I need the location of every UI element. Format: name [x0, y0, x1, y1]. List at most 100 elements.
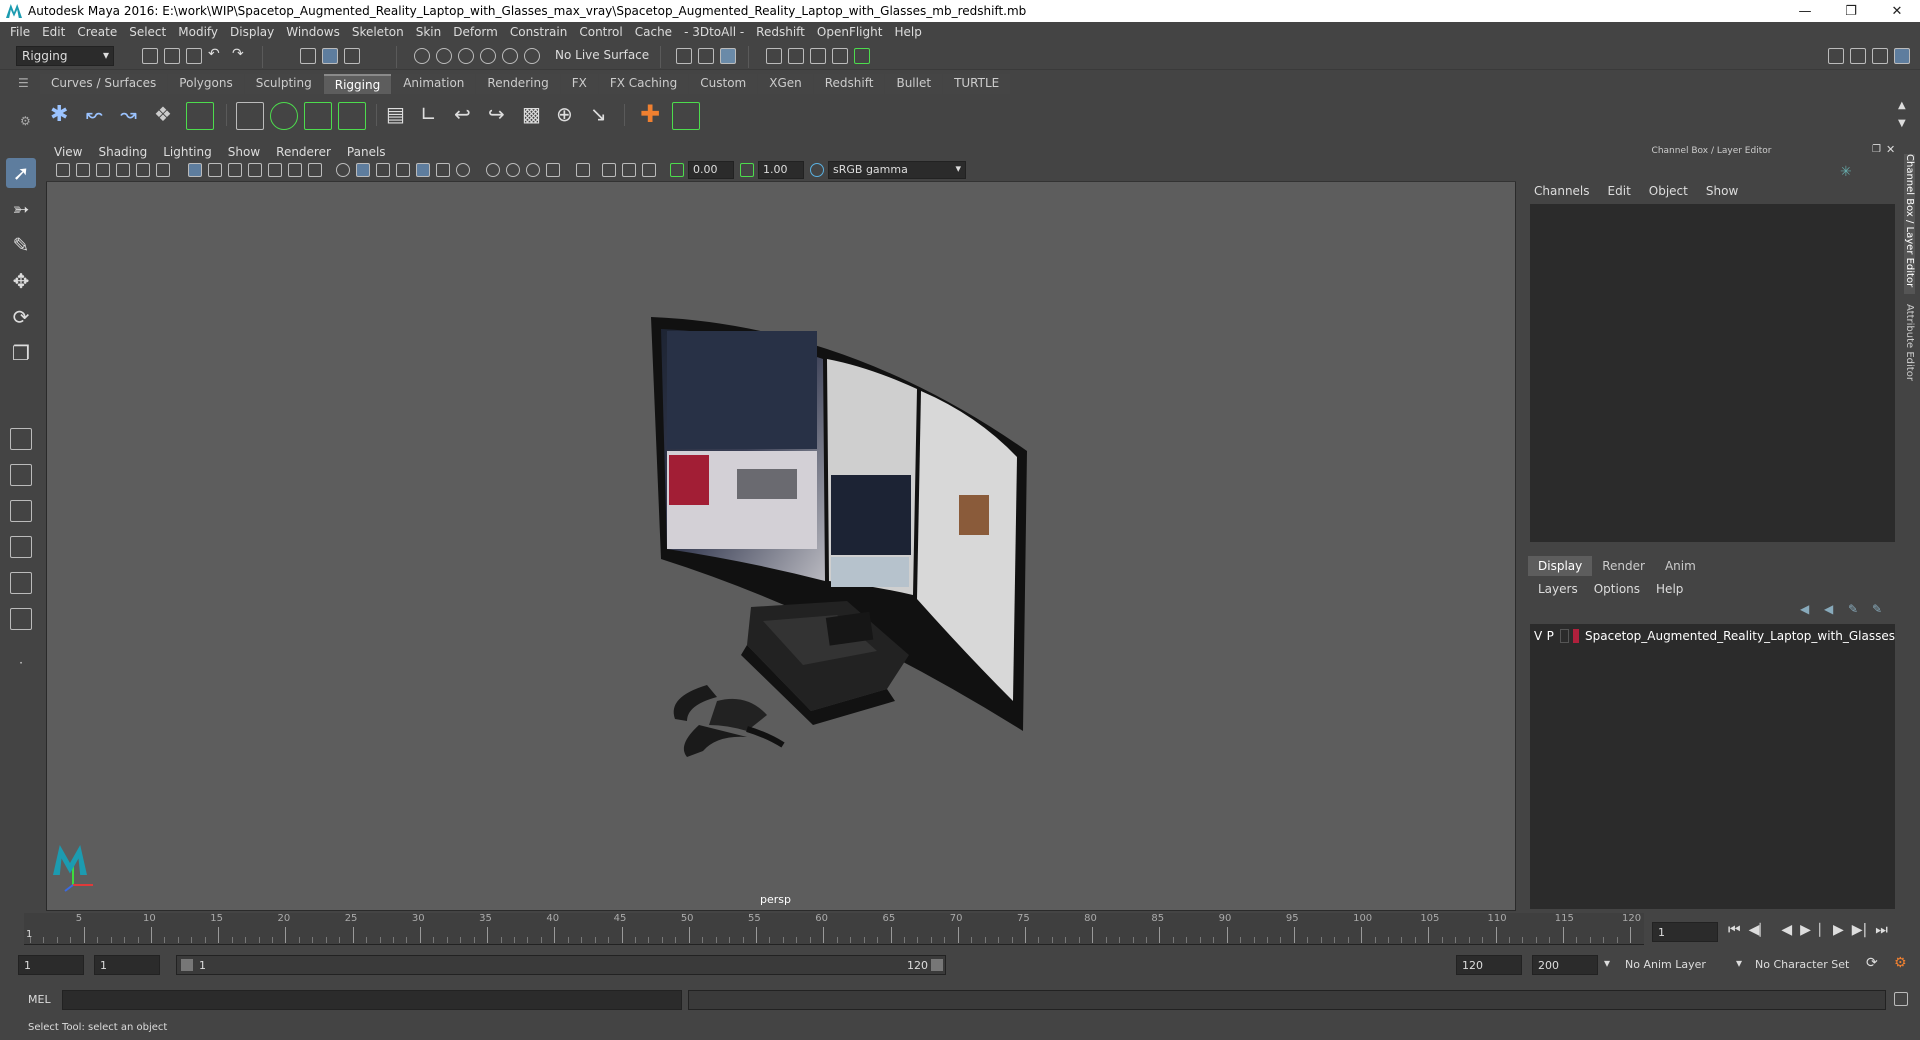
tab-turtle[interactable]: TURTLE	[943, 74, 1011, 94]
move-tool-icon[interactable]: ✥	[6, 266, 36, 296]
character-set-dropdown[interactable]: No Character Set	[1750, 955, 1870, 975]
scene-start-field[interactable]: 1	[18, 955, 84, 975]
tab-polygons[interactable]: Polygons	[168, 74, 244, 94]
modeling-toolkit-icon[interactable]	[1828, 48, 1844, 64]
le-menu-layers[interactable]: Layers	[1538, 582, 1578, 596]
snap-view-plane-icon[interactable]	[480, 48, 496, 64]
grease-pencil-icon[interactable]	[156, 163, 170, 177]
shelf-scroll-up-icon[interactable]: ▲	[1898, 100, 1906, 111]
construction-history-icon[interactable]	[720, 48, 736, 64]
point-constraint-icon[interactable]: ↩	[454, 102, 471, 126]
menu-constrain[interactable]: Constrain	[510, 25, 568, 39]
persp-outliner-layout-icon[interactable]	[6, 568, 36, 598]
tab-custom[interactable]: Custom	[689, 74, 758, 94]
side-by-side-layout-icon[interactable]	[6, 496, 36, 526]
menu-select[interactable]: Select	[129, 25, 166, 39]
mirror-joint-icon[interactable]: ❖	[154, 102, 172, 126]
scale-tool-icon[interactable]: ❐	[6, 338, 36, 368]
vp-menu-shading[interactable]: Shading	[98, 145, 147, 159]
channel-box-content[interactable]	[1530, 204, 1895, 542]
menu-display[interactable]: Display	[230, 25, 274, 39]
tab-sculpting[interactable]: Sculpting	[244, 74, 323, 94]
smooth-shade-icon[interactable]	[356, 163, 370, 177]
single-perspective-layout-icon[interactable]	[6, 424, 36, 454]
vp-menu-view[interactable]: View	[54, 145, 82, 159]
step-back-frame-icon[interactable]: ◀	[1781, 922, 1792, 938]
default-material-icon[interactable]	[396, 163, 410, 177]
exposure-field[interactable]: 0.00	[688, 161, 734, 179]
screen-space-ao-icon[interactable]	[486, 163, 500, 177]
shelf-settings-icon[interactable]: ⚙	[20, 114, 31, 128]
gamma-icon[interactable]	[740, 163, 754, 177]
tab-display[interactable]: Display	[1528, 556, 1593, 576]
bind-skin-icon[interactable]	[236, 102, 264, 130]
minimize-icon[interactable]: —	[1782, 0, 1828, 22]
menu-modify[interactable]: Modify	[178, 25, 218, 39]
snap-curve-icon[interactable]	[436, 48, 452, 64]
xray-joints-icon[interactable]	[622, 163, 636, 177]
output-ops-icon[interactable]	[698, 48, 714, 64]
layer-visibility-toggle[interactable]: V	[1534, 629, 1542, 643]
tab-fx-caching[interactable]: FX Caching	[598, 74, 689, 94]
le-menu-options[interactable]: Options	[1594, 582, 1640, 596]
camera-icon[interactable]	[56, 163, 70, 177]
colorspace-dropdown[interactable]: sRGB gamma ▾	[828, 161, 966, 179]
redo-icon[interactable]: ↷	[232, 46, 244, 62]
paint-weights-icon[interactable]	[270, 102, 298, 130]
lattice-icon[interactable]	[304, 102, 332, 130]
vp-menu-panels[interactable]: Panels	[347, 145, 386, 159]
manipulator-icon[interactable]: ✳	[1840, 164, 1852, 180]
tab-animation[interactable]: Animation	[392, 74, 476, 94]
color-management-icon[interactable]	[810, 163, 824, 177]
side-tab-attribute-editor[interactable]: Attribute Editor	[1904, 304, 1915, 394]
layer-playback-toggle[interactable]: P	[1546, 629, 1554, 643]
parent-constraint-icon[interactable]: ∟	[420, 102, 437, 126]
menu-windows[interactable]: Windows	[286, 25, 340, 39]
lighting-icon[interactable]	[436, 163, 450, 177]
persp-graph-layout-icon[interactable]	[6, 532, 36, 562]
input-ops-icon[interactable]	[676, 48, 692, 64]
go-to-start-icon[interactable]: ⏮	[1728, 922, 1741, 938]
mel-input[interactable]	[62, 990, 682, 1010]
shadows-icon[interactable]	[456, 163, 470, 177]
chevron-down-icon[interactable]: ▾	[1604, 956, 1610, 970]
shelf-scroll-down-icon[interactable]: ▼	[1898, 118, 1906, 129]
close-panel-icon[interactable]: ✕	[1886, 143, 1895, 156]
cb-menu-show[interactable]: Show	[1706, 184, 1738, 198]
restore-icon[interactable]: ❐	[1828, 0, 1874, 22]
cluster-icon[interactable]	[338, 102, 366, 130]
lasso-tool-icon[interactable]: ➳	[6, 194, 36, 224]
scene-end-field[interactable]: 200	[1532, 955, 1598, 975]
ik-handle-icon[interactable]: ↜	[86, 102, 103, 126]
pole-vector-icon[interactable]: ↘	[590, 102, 607, 126]
create-joints-icon[interactable]: ✱	[50, 102, 68, 127]
live-surface-field[interactable]: No Live Surface	[550, 46, 649, 66]
mel-label[interactable]: MEL	[28, 993, 51, 1006]
open-scene-icon[interactable]	[164, 48, 180, 64]
menu-redshift[interactable]: Redshift	[756, 25, 805, 39]
tab-curves-surfaces[interactable]: Curves / Surfaces	[40, 74, 168, 94]
select-tool-icon[interactable]: ➚	[6, 158, 36, 188]
wireframe-icon[interactable]	[336, 163, 350, 177]
camera-attributes-icon[interactable]	[76, 163, 90, 177]
grid-icon[interactable]	[188, 163, 202, 177]
tool-settings-toggle-icon[interactable]	[1872, 48, 1888, 64]
tab-redshift[interactable]: Redshift	[813, 74, 885, 94]
textured-icon[interactable]	[416, 163, 430, 177]
hik-character-icon[interactable]: ✚	[640, 100, 660, 128]
wireframe-on-shaded-icon[interactable]	[376, 163, 390, 177]
undo-icon[interactable]: ↶	[208, 46, 220, 62]
ipr-render-icon[interactable]	[810, 48, 826, 64]
menu-control[interactable]: Control	[579, 25, 622, 39]
move-layer-up-icon[interactable]: ◀	[1800, 602, 1809, 616]
float-panel-icon[interactable]: ❐	[1872, 144, 1881, 155]
snap-point-icon[interactable]	[458, 48, 474, 64]
time-ruler[interactable]: 5 10 15 20 25 30 35 40 45 50 55 60 65 70 75 80 85 90 95 100…	[24, 913, 1644, 945]
menu-skeleton[interactable]: Skeleton	[352, 25, 404, 39]
gamma-field[interactable]: 1.00	[758, 161, 804, 179]
playback-start-field[interactable]: 1	[94, 955, 160, 975]
menu-file[interactable]: File	[10, 25, 30, 39]
film-gate-icon[interactable]	[208, 163, 222, 177]
render-settings-icon[interactable]	[832, 48, 848, 64]
hik-control-icon[interactable]	[672, 102, 700, 130]
